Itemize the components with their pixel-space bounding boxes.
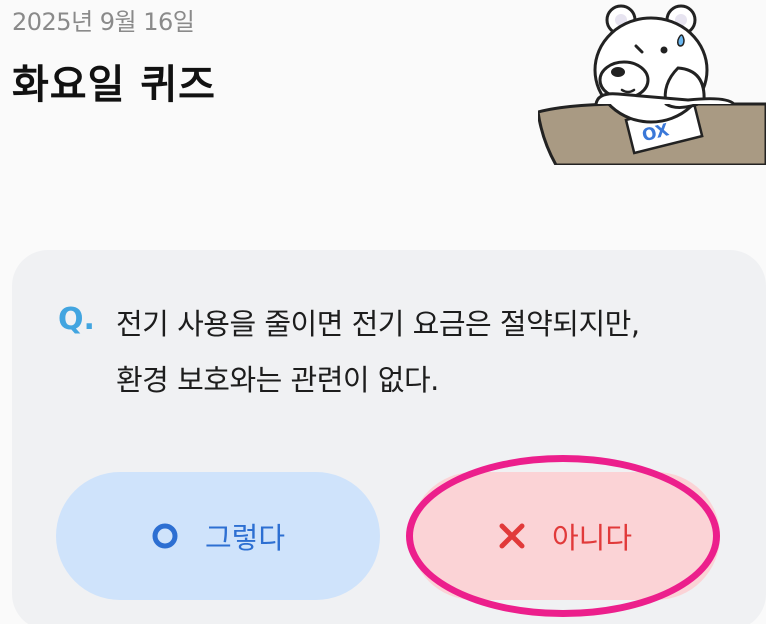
question-label: Q. <box>58 302 95 337</box>
quiz-date: 2025년 9월 16일 <box>12 8 195 36</box>
selection-highlight-ring <box>406 455 720 617</box>
bear-illustration: OX <box>536 0 766 167</box>
page-title: 화요일 퀴즈 <box>12 62 216 108</box>
question-text: 전기 사용을 줄이면 전기 요금은 절약되지만, 환경 보호와는 관련이 없다. <box>116 296 716 408</box>
answer-o-button[interactable]: 그렇다 <box>56 472 380 600</box>
circle-icon <box>151 522 179 550</box>
bear-thinking-icon: OX <box>536 4 766 167</box>
question-line-2: 환경 보호와는 관련이 없다. <box>116 363 439 397</box>
answer-o-label: 그렇다 <box>204 521 286 555</box>
question-line-1: 전기 사용을 줄이면 전기 요금은 절약되지만, <box>116 307 640 341</box>
